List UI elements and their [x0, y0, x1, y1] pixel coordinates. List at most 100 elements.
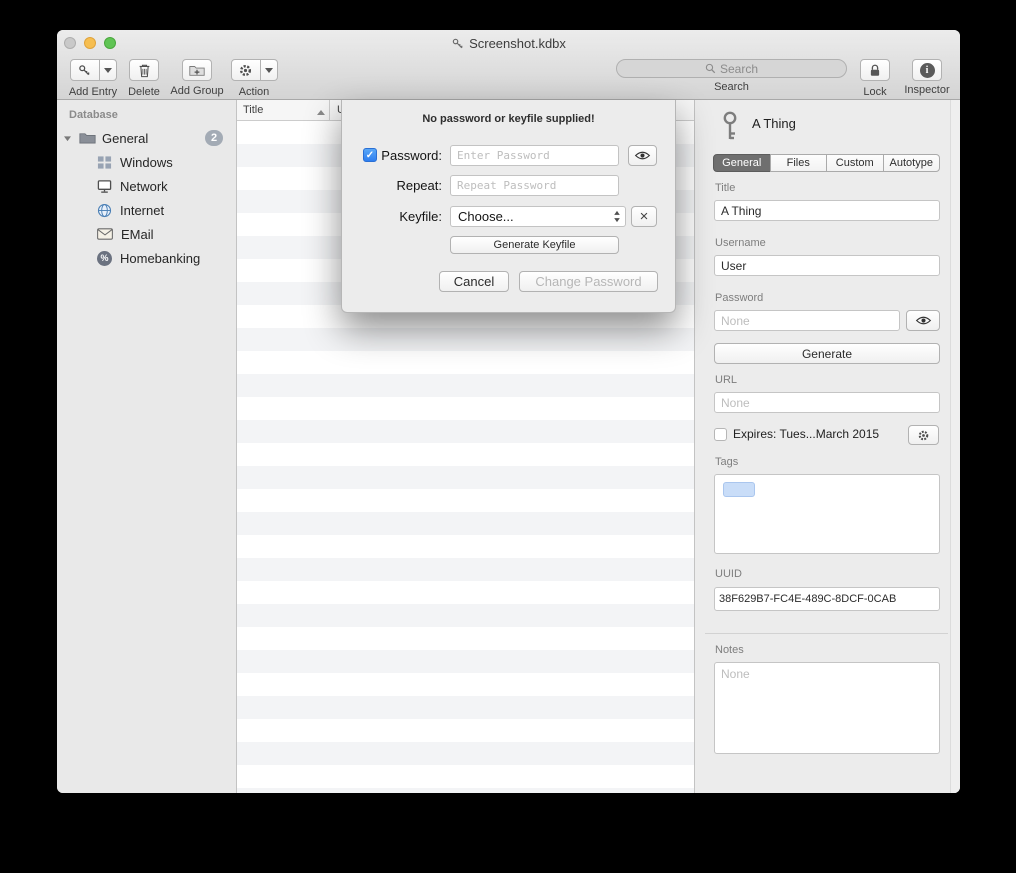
inspector-button[interactable]: i: [912, 59, 942, 81]
search-label: Search: [615, 81, 848, 93]
gear-icon: [238, 63, 253, 78]
stepper-icon[interactable]: [613, 210, 621, 223]
sidebar-item-homebanking[interactable]: % Homebanking: [57, 246, 236, 270]
windows-icon: [97, 155, 112, 170]
disclosure-triangle-icon[interactable]: [63, 135, 73, 142]
action-dropdown[interactable]: [261, 59, 278, 81]
inspector-scrollbar[interactable]: [950, 100, 960, 793]
column-header-title[interactable]: Title: [237, 100, 330, 120]
tab-general[interactable]: General: [713, 154, 771, 172]
dialog-repeat-label: Repeat:: [378, 178, 442, 193]
sidebar-item-label: EMail: [121, 227, 154, 242]
notes-field[interactable]: [714, 662, 940, 754]
percent-coin-icon: %: [97, 251, 112, 266]
sidebar-section-header: Database: [57, 100, 236, 126]
gear-icon: [917, 429, 930, 442]
expires-checkbox[interactable]: [714, 428, 727, 441]
inspector-divider: [705, 633, 948, 634]
sidebar-item-windows[interactable]: Windows: [57, 150, 236, 174]
inspector-panel: A Thing General Files Custom Autotype Ti…: [695, 100, 960, 793]
sidebar-item-email[interactable]: EMail: [57, 222, 236, 246]
folder-plus-icon: [189, 64, 205, 77]
sidebar-item-label: Network: [120, 179, 168, 194]
toolbar-item-lock: Lock: [851, 59, 899, 98]
tags-box[interactable]: [714, 474, 940, 554]
sort-ascending-icon: [317, 106, 325, 118]
title-field[interactable]: [714, 200, 940, 221]
cancel-button[interactable]: Cancel: [439, 271, 509, 292]
tags-label: Tags: [715, 456, 738, 468]
minimize-button[interactable]: [84, 37, 96, 49]
url-field[interactable]: [714, 392, 940, 413]
reveal-password-button[interactable]: [906, 310, 940, 331]
search-input[interactable]: [617, 60, 846, 77]
tab-autotype[interactable]: Autotype: [883, 154, 941, 172]
sidebar-item-internet[interactable]: Internet: [57, 198, 236, 222]
inspector-tabs: General Files Custom Autotype: [713, 154, 940, 172]
expires-settings-button[interactable]: [908, 425, 939, 445]
tag-pill[interactable]: [723, 482, 755, 497]
expires-label: Expires: Tues...March 2015: [733, 427, 879, 441]
add-group-button[interactable]: [182, 59, 212, 81]
keyfile-combobox[interactable]: Choose...: [450, 206, 626, 227]
password-checkbox[interactable]: ✓: [363, 148, 377, 162]
traffic-lights: [64, 37, 116, 49]
toolbar: Add Entry Delete Add Group: [57, 56, 960, 100]
globe-icon: [97, 203, 112, 218]
eye-icon: [915, 315, 932, 326]
delete-button[interactable]: [129, 59, 159, 81]
network-icon: [97, 179, 112, 194]
desktop: Screenshot.kdbx Add Entry: [0, 0, 1016, 873]
sidebar-item-label: Homebanking: [120, 251, 200, 266]
keyfile-value: Choose...: [458, 209, 514, 224]
toolbar-item-inspector: i Inspector: [899, 59, 955, 96]
add-entry-dropdown[interactable]: [100, 59, 117, 81]
add-entry-button[interactable]: [70, 59, 100, 81]
document-key-icon: [451, 37, 464, 50]
window-chrome: Screenshot.kdbx Add Entry: [57, 30, 960, 100]
envelope-icon: [97, 228, 113, 240]
inspector-entry-title: A Thing: [752, 116, 796, 131]
notes-label: Notes: [715, 644, 744, 656]
sidebar-item-label: General: [102, 131, 148, 146]
inspector-label: Inspector: [899, 84, 955, 96]
dialog-reveal-password-button[interactable]: [628, 145, 657, 166]
sidebar-item-network[interactable]: Network: [57, 174, 236, 198]
change-password-dialog: No password or keyfile supplied! ✓ Passw…: [341, 100, 676, 313]
username-field[interactable]: [714, 255, 940, 276]
dialog-password-input[interactable]: [450, 145, 619, 166]
zoom-button[interactable]: [104, 37, 116, 49]
add-entry-label: Add Entry: [64, 86, 122, 98]
key-plus-icon: [77, 63, 92, 78]
titlebar[interactable]: Screenshot.kdbx: [57, 30, 960, 56]
generate-keyfile-button[interactable]: Generate Keyfile: [450, 236, 619, 254]
clear-keyfile-button[interactable]: ×: [631, 206, 657, 227]
toolbar-item-delete: Delete: [119, 59, 169, 98]
eye-icon: [634, 150, 651, 161]
expires-row: Expires: Tues...March 2015: [714, 427, 879, 441]
close-button[interactable]: [64, 37, 76, 49]
chevron-down-icon: [265, 68, 273, 73]
tab-custom[interactable]: Custom: [826, 154, 884, 172]
dialog-repeat-input[interactable]: [450, 175, 619, 196]
sidebar-item-label: Internet: [120, 203, 164, 218]
action-button[interactable]: [231, 59, 261, 81]
password-field[interactable]: [714, 310, 900, 331]
trash-icon: [138, 63, 151, 78]
lock-button[interactable]: [860, 59, 890, 81]
uuid-field[interactable]: [714, 587, 940, 611]
generate-password-button[interactable]: Generate: [714, 343, 940, 364]
sidebar-item-general[interactable]: General 2: [57, 126, 236, 150]
change-password-button[interactable]: Change Password: [519, 271, 658, 292]
lock-icon: [869, 63, 881, 78]
url-field-label: URL: [715, 374, 737, 386]
entry-key-icon: [719, 110, 741, 147]
chevron-down-icon: [104, 68, 112, 73]
tab-files[interactable]: Files: [770, 154, 828, 172]
lock-label: Lock: [851, 86, 899, 98]
uuid-label: UUID: [715, 568, 742, 580]
dialog-password-label: Password:: [378, 148, 442, 163]
action-label: Action: [225, 86, 283, 98]
username-field-label: Username: [715, 237, 766, 249]
add-group-label: Add Group: [165, 85, 229, 97]
